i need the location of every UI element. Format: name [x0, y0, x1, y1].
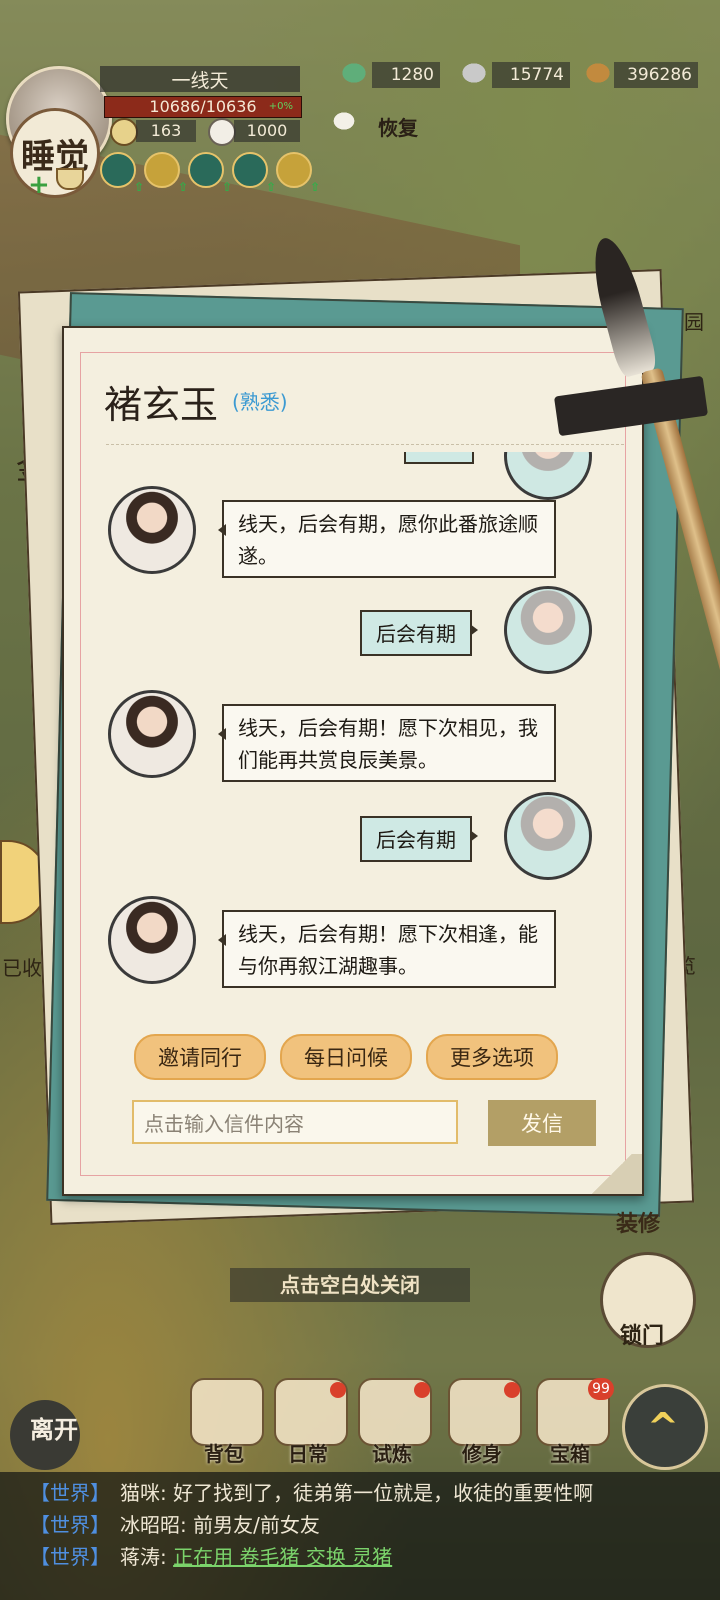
letter-panel: 褚玄玉 (熟悉) 线天，后会有期，愿你此番旅途顺遂。 后会有期 线天，后会有期！… [62, 326, 644, 1196]
fish-icon [336, 58, 372, 88]
chat-line: 【世界】 猫咪: 好了找到了，徒弟第一位就是，收徒的重要性啊 [30, 1478, 593, 1508]
relationship-label: (熟悉) [232, 390, 288, 414]
sleep-button[interactable]: 睡觉 [10, 108, 100, 198]
arrow-up-icon: ⇧ [265, 180, 276, 194]
notification-dot [504, 1382, 520, 1398]
nav-label: 日常 [288, 1442, 328, 1466]
notification-dot [330, 1382, 346, 1398]
contact-name: 褚玄玉 [104, 383, 219, 427]
nav-daily[interactable]: 日常 [268, 1378, 348, 1468]
nav-label: 修身 [462, 1442, 502, 1466]
contact-avatar[interactable] [108, 690, 196, 778]
lock-door-label[interactable]: 锁门 [620, 1318, 664, 1350]
tea-skill-icon[interactable]: ⇧ [276, 152, 320, 194]
more-options-button[interactable]: 更多选项 [426, 1034, 558, 1080]
player-name: 一线天 [100, 66, 300, 92]
divider [106, 444, 624, 445]
garden-label[interactable]: 园 [684, 306, 704, 335]
currency-silver: 15774 [492, 62, 570, 88]
stat-bun: 1000 [234, 120, 300, 142]
chat-line: 【世界】 蒋涛: 正在用 卷毛猪 交换 灵猪 [30, 1542, 392, 1572]
bun-plate-icon [326, 106, 362, 136]
player-chat-avatar[interactable] [504, 792, 592, 880]
nav-bag[interactable]: 背包 [184, 1378, 264, 1468]
contact-avatar[interactable] [108, 486, 196, 574]
channel-tag: 【世界】 [30, 1513, 110, 1537]
hp-bar: 10686/10636 +0% [104, 96, 302, 118]
chat-line: 【世界】 冰昭昭: 前男友/前女友 [30, 1510, 320, 1540]
close-hint[interactable]: 点击空白处关闭 [230, 1268, 470, 1302]
trade-link[interactable]: 正在用 卷毛猪 交换 灵猪 [173, 1545, 392, 1569]
stat-tea: 163 [136, 120, 196, 142]
expand-menu-button[interactable]: ^ [622, 1384, 708, 1470]
chat-text: 好了找到了，徒弟第一位就是，收徒的重要性啊 [173, 1481, 594, 1505]
currency-fish: 1280 [372, 62, 440, 88]
arrow-up-icon: ⇧ [221, 180, 232, 194]
nav-trial[interactable]: 试炼 [352, 1378, 432, 1468]
bowl-icon [56, 168, 84, 190]
arrow-up-icon: ⇧ [133, 180, 144, 194]
leave-label[interactable]: 离开 [30, 1410, 78, 1445]
message-text: 后会有期 [360, 610, 478, 656]
message-list[interactable]: 线天，后会有期，愿你此番旅途顺遂。 后会有期 线天，后会有期！愿下次相见，我们能… [84, 452, 614, 1020]
hp-percent: +0% [268, 101, 293, 112]
channel-tag: 【世界】 [30, 1481, 110, 1505]
count-badge: 99 [588, 1378, 614, 1400]
silver-ingot-icon [456, 58, 492, 88]
send-button[interactable]: 发信 [488, 1100, 596, 1146]
nav-label: 宝箱 [550, 1442, 590, 1466]
chat-text: 前男友/前女友 [193, 1513, 320, 1537]
daily-greeting-button[interactable]: 每日问候 [280, 1034, 412, 1080]
nav-label: 试炼 [372, 1442, 412, 1466]
chat-user[interactable]: 猫咪: [120, 1481, 167, 1505]
decorate-button[interactable]: 装修 [616, 1206, 660, 1238]
coin-string-icon [580, 58, 616, 88]
plus-icon[interactable]: + [28, 170, 50, 200]
nav-label: 背包 [204, 1442, 244, 1466]
letter-input[interactable]: 点击输入信件内容 [132, 1100, 458, 1144]
partial-bubble [404, 452, 474, 464]
bun-icon [208, 118, 236, 146]
message-text: 线天，后会有期！愿下次相见，我们能再共赏良辰美景。 [218, 704, 556, 782]
options-row: 邀请同行 每日问候 更多选项 [134, 1034, 558, 1080]
bag-icon [190, 1378, 264, 1446]
nav-chest[interactable]: 99 宝箱 [530, 1378, 614, 1468]
chevron-up-icon: ^ [647, 1405, 679, 1449]
partial-avatar [504, 452, 592, 500]
notification-dot [414, 1382, 430, 1398]
music-skill-icon[interactable]: ⇧ [188, 152, 232, 194]
tea-icon [110, 118, 138, 146]
contact-avatar[interactable] [108, 896, 196, 984]
world-chat[interactable]: 【世界】 猫咪: 好了找到了，徒弟第一位就是，收徒的重要性啊 【世界】 冰昭昭: 前… [0, 1472, 720, 1600]
arrow-up-icon: ⇧ [177, 180, 188, 194]
skill-row: ⇧ ⇧ ⇧ ⇧ ⇧ [100, 152, 320, 194]
chat-user[interactable]: 冰昭昭: [120, 1513, 187, 1537]
chat-user[interactable]: 蒋涛: [120, 1545, 167, 1569]
sword-skill-icon[interactable]: ⇧ [100, 152, 144, 194]
message-text: 线天，后会有期！愿下次相逢，能与你再叙江湖趣事。 [218, 910, 556, 988]
bowl-skill-icon[interactable]: ⇧ [144, 152, 188, 194]
paper-corner [582, 1154, 642, 1194]
recover-label: 恢复 [378, 116, 418, 140]
player-chat-avatar[interactable] [504, 586, 592, 674]
nav-cultivate[interactable]: 修身 [442, 1378, 522, 1468]
message-text: 线天，后会有期，愿你此番旅途顺遂。 [218, 500, 556, 578]
message-text: 后会有期 [360, 816, 478, 862]
currency-copper: 396286 [614, 62, 698, 88]
mushroom-skill-icon[interactable]: ⇧ [232, 152, 276, 194]
invite-button[interactable]: 邀请同行 [134, 1034, 266, 1080]
channel-tag: 【世界】 [30, 1545, 110, 1569]
arrow-up-icon: ⇧ [309, 180, 320, 194]
